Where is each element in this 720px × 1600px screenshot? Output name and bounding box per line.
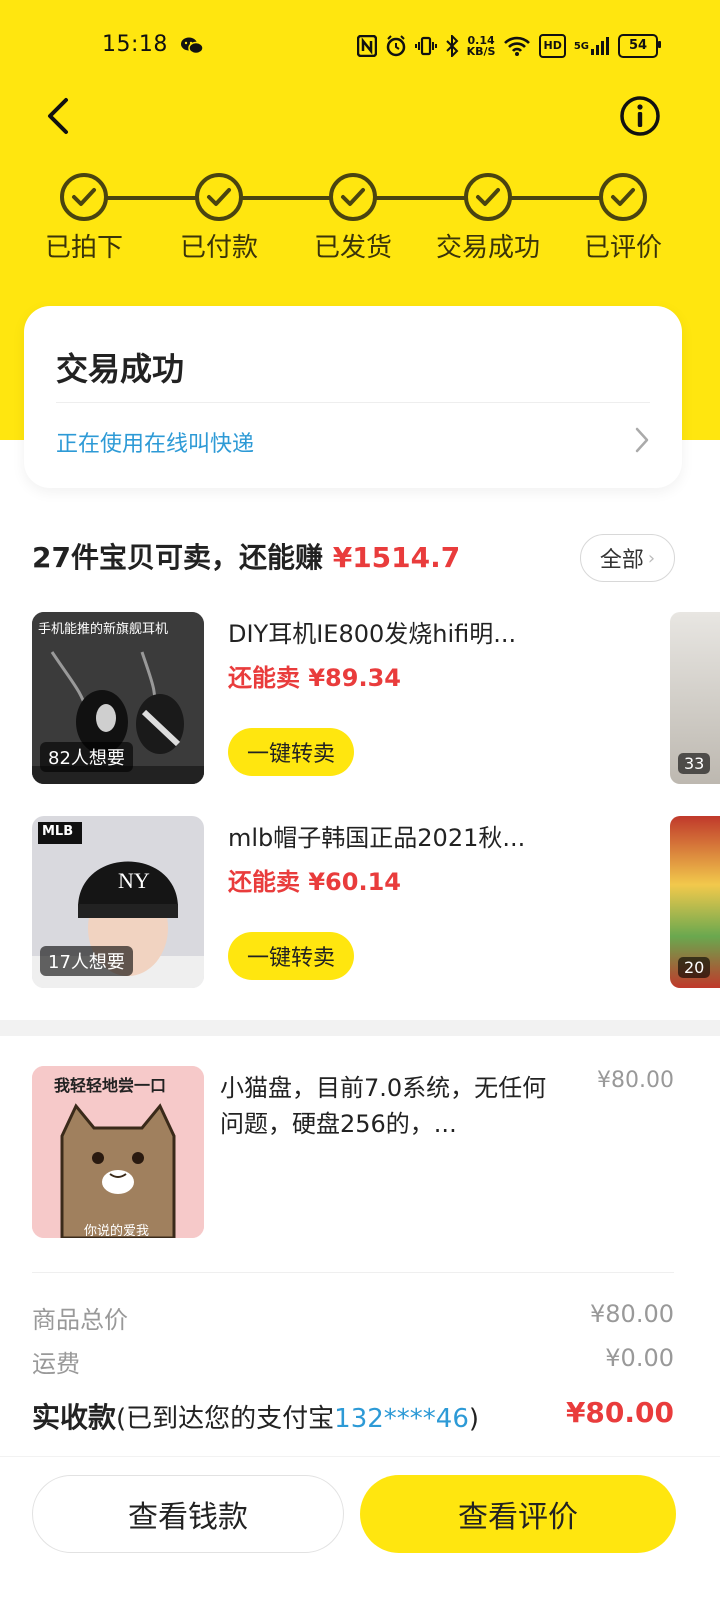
resell-price: 还能卖 ¥60.14 <box>228 868 401 896</box>
goods-total-row: 商品总价 ¥80.00 <box>32 1300 674 1335</box>
step-label: 已评价 <box>583 233 662 263</box>
step-item: 交易成功 <box>418 170 558 264</box>
order-detail-page: 15:18 0.14 KB/S HD 5G 54 已拍下 已付款 已发货 交易成… <box>0 0 720 1600</box>
step-label: 已拍下 <box>44 233 123 263</box>
info-button[interactable] <box>618 94 662 138</box>
check-circle-icon <box>195 173 243 221</box>
vibrate-icon <box>414 34 437 58</box>
step-label: 已发货 <box>313 233 392 263</box>
back-button[interactable] <box>38 94 82 138</box>
network-type: 5G <box>573 40 589 52</box>
check-circle-icon <box>464 173 512 221</box>
quick-resell-button[interactable]: 一键转卖 <box>228 932 354 980</box>
next-item-preview[interactable]: 20 <box>670 816 720 988</box>
net-speed: 0.14 KB/S <box>467 34 496 58</box>
step-item: 已评价 <box>553 170 693 264</box>
resell-item[interactable]: 手机能推的新旗舰耳机 82人想要 DIY耳机IE800发烧hifi明... 还能… <box>32 612 720 788</box>
step-label: 交易成功 <box>435 233 540 263</box>
next-item-preview[interactable]: 33 <box>670 612 720 784</box>
received-note-end: ) <box>468 1404 480 1434</box>
info-circle-icon <box>620 96 660 136</box>
shipping-value: ¥0.00 <box>605 1344 674 1372</box>
step-item: 已发货 <box>283 170 423 264</box>
goods-total-value: ¥80.00 <box>590 1300 674 1328</box>
svg-text:NY: NY <box>118 868 150 893</box>
resell-amount: ¥1514.7 <box>332 541 461 574</box>
wifi-icon <box>503 34 531 58</box>
bottom-action-bar: 查看钱款 查看评价 <box>0 1456 720 1600</box>
received-value: ¥80.00 <box>565 1396 674 1429</box>
product-title[interactable]: DIY耳机IE800发烧hifi明... <box>228 614 548 649</box>
thumbnail-caption: MLB <box>42 824 74 839</box>
wants-badge: 20 <box>678 957 711 978</box>
status-time: 15:18 <box>102 32 168 57</box>
thumbnail-caption: 你说的爱我 <box>84 1224 150 1238</box>
bluetooth-icon <box>445 34 459 58</box>
check-circle-icon <box>60 173 108 221</box>
chevron-right-icon: › <box>647 547 656 569</box>
product-title[interactable]: mlb帽子韩国正品2021秋... <box>228 818 548 853</box>
divider <box>32 1272 674 1273</box>
wants-badge: 82人想要 <box>40 742 133 772</box>
resell-item[interactable]: NY MLB 17人想要 mlb帽子韩国正品2021秋... 还能卖 ¥60.1… <box>32 816 720 992</box>
received-label-group: 实收款(已到达您的支付宝132****46) <box>32 1396 479 1436</box>
resell-heading-text: 27件宝贝可卖，还能赚 <box>32 541 333 574</box>
step-item: 已拍下 <box>14 170 154 264</box>
check-circle-icon <box>329 173 377 221</box>
check-circle-icon <box>599 173 647 221</box>
section-separator <box>0 1020 720 1036</box>
alipay-account: 132****46 <box>334 1404 469 1434</box>
view-payment-button[interactable]: 查看钱款 <box>32 1475 344 1553</box>
status-title: 交易成功 <box>56 350 185 388</box>
order-status-card: 交易成功 正在使用在线叫快递 <box>24 306 682 488</box>
quick-resell-button[interactable]: 一键转卖 <box>228 728 354 776</box>
view-review-button[interactable]: 查看评价 <box>360 1475 676 1553</box>
nfc-icon <box>356 34 377 58</box>
courier-link[interactable]: 正在使用在线叫快递 <box>56 426 254 458</box>
chevron-left-icon <box>48 98 68 134</box>
received-label: 实收款 <box>32 1401 117 1434</box>
resell-heading: 27件宝贝可卖，还能赚 ¥1514.7 <box>32 536 460 576</box>
order-product-price: ¥80.00 <box>597 1068 674 1093</box>
shipping-label: 运费 <box>32 1350 80 1378</box>
product-thumbnail[interactable]: 手机能推的新旗舰耳机 82人想要 <box>32 612 204 784</box>
hd-badge: HD <box>539 34 566 58</box>
shipping-row: 运费 ¥0.00 <box>32 1344 674 1379</box>
wants-badge: 17人想要 <box>40 946 133 976</box>
battery-indicator: 54 <box>618 34 661 58</box>
goods-total-label: 商品总价 <box>32 1306 128 1334</box>
chevron-right-icon[interactable] <box>632 426 652 454</box>
thumbnail-caption: 手机能推的新旗舰耳机 <box>38 622 169 637</box>
resell-price: 还能卖 ¥89.34 <box>228 664 401 692</box>
thumbnail-caption: 我轻轻地尝一口 <box>54 1076 167 1095</box>
view-all-button[interactable]: 全部 › <box>580 534 675 582</box>
order-product-thumbnail[interactable]: 我轻轻地尝一口 你说的爱我 <box>32 1066 204 1238</box>
step-label: 已付款 <box>179 233 258 263</box>
divider <box>56 402 650 403</box>
step-item: 已付款 <box>149 170 289 264</box>
cellular-signal-icon: 5G <box>574 34 610 58</box>
net-speed-unit: KB/S <box>466 45 496 58</box>
received-row: 实收款(已到达您的支付宝132****46) ¥80.00 <box>32 1396 674 1436</box>
order-progress: 已拍下 已付款 已发货 交易成功 已评价 <box>0 170 720 270</box>
product-thumbnail[interactable]: NY MLB 17人想要 <box>32 816 204 988</box>
view-all-label: 全部 <box>599 548 644 573</box>
wants-badge: 33 <box>678 753 711 774</box>
alarm-icon <box>385 34 407 58</box>
status-icons: 0.14 KB/S HD 5G 54 <box>356 32 661 60</box>
received-note: (已到达您的支付宝 <box>116 1404 335 1434</box>
status-bar: 15:18 0.14 KB/S HD 5G 54 <box>0 0 720 92</box>
wechat-icon <box>181 37 204 55</box>
order-product-title[interactable]: 小猫盘，目前7.0系统，无任何问题，硬盘256的，... <box>220 1070 560 1142</box>
